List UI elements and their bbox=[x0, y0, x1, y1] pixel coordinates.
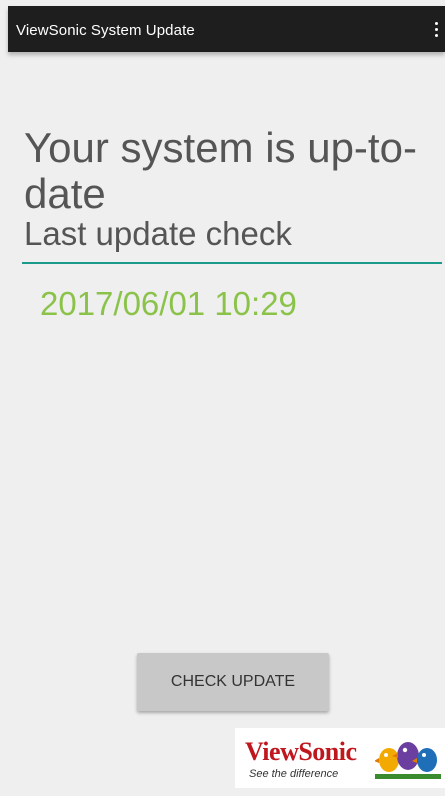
brand-tagline: See the difference bbox=[249, 768, 339, 780]
brand-wordmark: ViewSonic bbox=[245, 737, 357, 766]
viewsonic-logo: ViewSonic See the difference bbox=[235, 728, 445, 788]
last-update-check-timestamp: 2017/06/01 10:29 bbox=[40, 285, 297, 322]
last-update-check-label: Last update check bbox=[24, 215, 292, 252]
more-vert-icon[interactable] bbox=[430, 19, 442, 39]
check-update-button[interactable]: CHECK UPDATE bbox=[137, 653, 329, 711]
birds-logo-icon bbox=[375, 742, 441, 779]
update-status-heading: Your system is up-to-date bbox=[24, 124, 417, 217]
section-divider bbox=[22, 262, 442, 264]
app-bar: ViewSonic System Update bbox=[8, 6, 445, 52]
app-title: ViewSonic System Update bbox=[16, 22, 195, 39]
system-update-screen: ViewSonic System Update Your system is u… bbox=[0, 0, 445, 796]
